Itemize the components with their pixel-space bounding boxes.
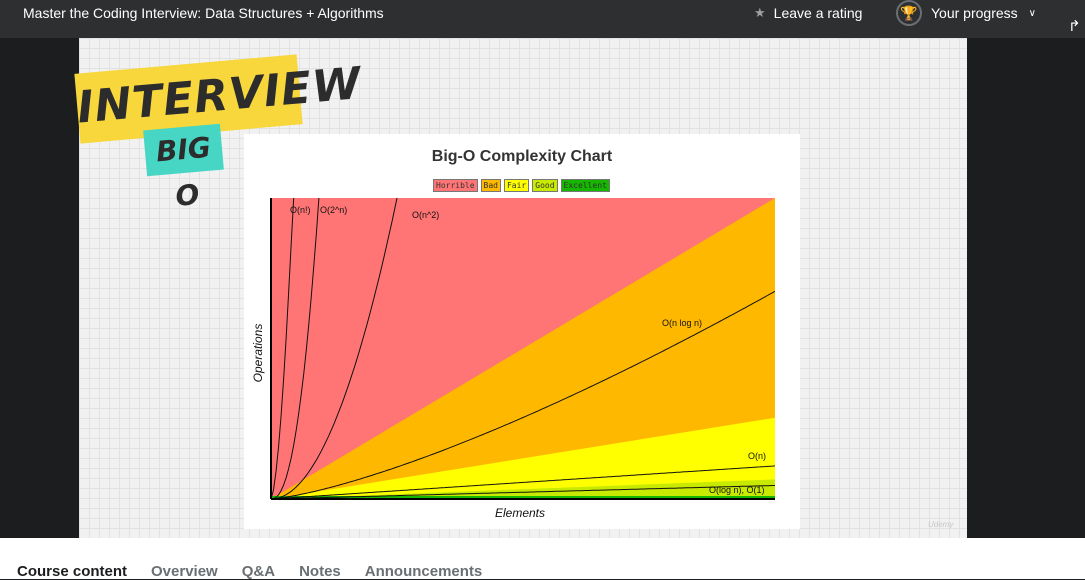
y-axis-label: Operations [251,324,265,383]
leave-rating-label: Leave a rating [773,5,863,21]
top-bar: Master the Coding Interview: Data Struct… [0,0,1085,38]
label-exponential: O(2^n) [320,205,347,215]
tab-qa[interactable]: Q&A [242,563,275,580]
course-title[interactable]: Master the Coding Interview: Data Struct… [23,5,384,21]
chevron-down-icon: ∨ [1028,7,1036,19]
label-linear: O(n) [748,451,766,461]
star-icon: ★ [754,5,766,20]
trophy-icon: 🏆 [896,0,922,26]
share-icon[interactable]: ↱ [1068,17,1085,37]
your-progress-button[interactable]: 🏆 Your progress ∨ [896,0,1036,26]
tab-announcements[interactable]: Announcements [365,563,483,580]
label-quadratic: O(n^2) [412,210,439,220]
tab-overview[interactable]: Overview [151,563,218,580]
label-log: O(log n), O(1) [709,485,765,495]
label-factorial: O(n!) [290,205,311,215]
big-o-banner: BIG O [143,123,224,213]
tab-notes[interactable]: Notes [299,563,341,580]
big-o-chart: Big-O Complexity Chart Horrible Bad Fair… [244,134,800,529]
tab-course-content[interactable]: Course content [17,563,127,580]
label-nlogn: O(n log n) [662,318,702,328]
udemy-watermark: Udemy [928,520,954,529]
course-tabs-bar: Course content Overview Q&A Notes Announ… [0,538,1085,580]
chart-plot: O(n!) O(2^n) O(n^2) O(n log n) O(n) O(log n),… [251,197,776,520]
your-progress-label: Your progress [931,5,1018,21]
leave-rating-button[interactable]: ★ Leave a rating [754,5,862,21]
x-axis-label: Elements [495,506,545,520]
